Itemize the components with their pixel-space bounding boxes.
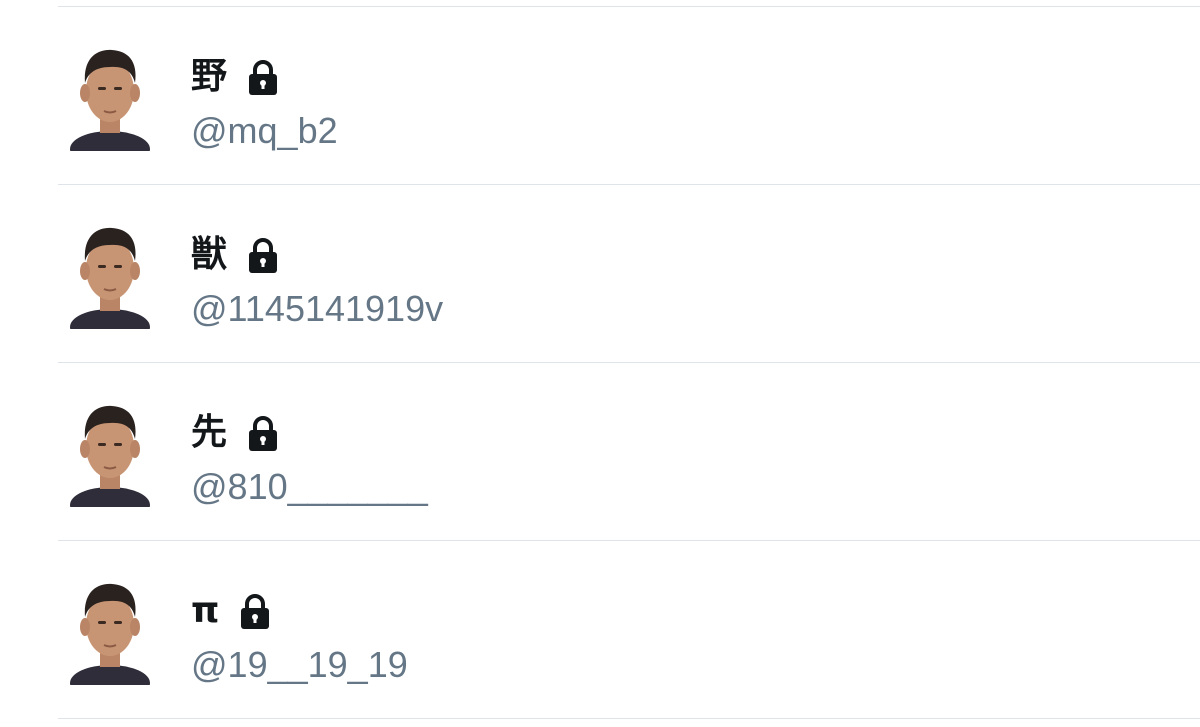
- avatar[interactable]: [68, 43, 152, 151]
- name-line: 野: [191, 55, 283, 99]
- user-row-1[interactable]: 野 @mq_b2: [0, 7, 1200, 184]
- display-name: π: [191, 590, 220, 631]
- name-line: π: [191, 589, 275, 633]
- display-name: 先: [191, 412, 228, 453]
- user-handle: @19__19_19: [191, 644, 408, 685]
- lock-icon: [243, 235, 283, 275]
- avatar-photo-icon: [70, 583, 150, 685]
- lock-icon: [243, 413, 283, 453]
- user-handle: @1145141919v: [191, 288, 444, 329]
- user-handle: @810_______: [191, 466, 428, 507]
- lock-icon: [243, 57, 283, 97]
- avatar[interactable]: [68, 221, 152, 329]
- divider: [58, 718, 1200, 719]
- user-handle: @mq_b2: [191, 110, 338, 151]
- avatar-photo-icon: [70, 227, 150, 329]
- name-line: 先: [191, 411, 283, 455]
- user-row-3[interactable]: 先 @810_______: [0, 363, 1200, 540]
- avatar-photo-icon: [70, 49, 150, 151]
- avatar[interactable]: [68, 577, 152, 685]
- user-list: 野 @mq_b2 獣 @1145141919v 先 @810_______ π …: [0, 0, 1200, 727]
- avatar[interactable]: [68, 399, 152, 507]
- name-line: 獣: [191, 233, 283, 277]
- avatar-photo-icon: [70, 405, 150, 507]
- user-row-4[interactable]: π @19__19_19: [0, 541, 1200, 718]
- user-row-2[interactable]: 獣 @1145141919v: [0, 185, 1200, 362]
- display-name: 獣: [191, 234, 228, 275]
- display-name: 野: [191, 56, 228, 97]
- lock-icon: [235, 591, 275, 631]
